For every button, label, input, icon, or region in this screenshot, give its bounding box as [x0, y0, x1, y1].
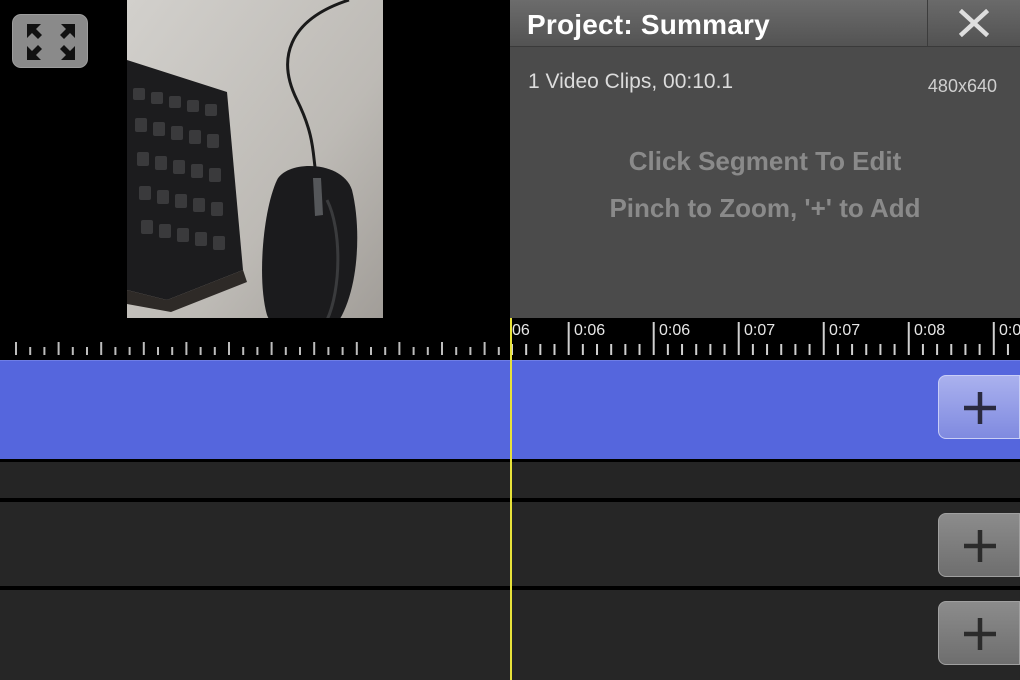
expand-arrows-icon — [27, 24, 75, 60]
tick-label: 0:0 — [999, 322, 1020, 339]
video-frame-image — [127, 0, 383, 340]
video-frame — [127, 0, 383, 340]
summary-header: Project: Summary — [510, 0, 1020, 47]
summary-title: Project: Summary — [527, 9, 770, 40]
tick-label: 0:08 — [914, 322, 946, 339]
tick-label: 0:06 — [574, 322, 606, 339]
hint-zoom-add: Pinch to Zoom, '+' to Add — [609, 193, 921, 223]
video-preview[interactable] — [0, 0, 510, 340]
add-video-button[interactable] — [938, 375, 1020, 439]
plus-icon — [964, 530, 996, 562]
close-x-icon — [959, 9, 989, 37]
plus-icon — [964, 392, 996, 424]
resolution-label: 480x640 — [927, 76, 997, 96]
add-audio-button-2[interactable] — [938, 601, 1020, 665]
close-button[interactable] — [927, 0, 1020, 46]
clips-info: 1 Video Clips, 00:10.1 — [528, 70, 734, 93]
playhead[interactable] — [510, 318, 512, 680]
tick-label: 06 — [512, 322, 530, 339]
tick-label: 0:07 — [744, 322, 776, 339]
fullscreen-button[interactable] — [12, 14, 88, 68]
tick-label: 0:07 — [829, 322, 861, 339]
tick-label: 0:06 — [659, 322, 691, 339]
plus-icon — [964, 618, 996, 650]
hint-edit-segment: Click Segment To Edit — [628, 146, 902, 176]
project-summary-panel: Project: Summary 1 Video Clips, 00:10.1 … — [510, 0, 1020, 318]
add-audio-button-1[interactable] — [938, 513, 1020, 577]
